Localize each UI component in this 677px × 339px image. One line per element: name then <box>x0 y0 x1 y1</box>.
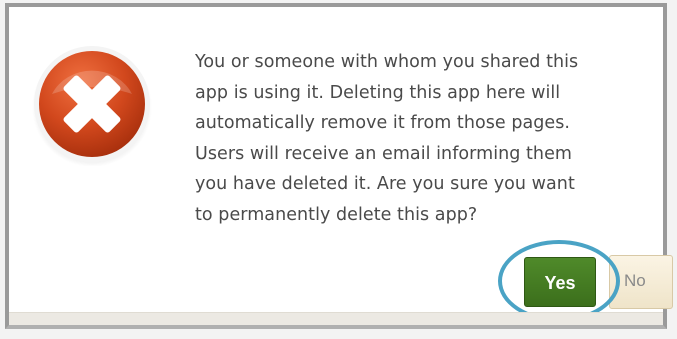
yes-button[interactable]: Yes <box>524 257 596 307</box>
error-x-icon <box>32 46 152 166</box>
no-button[interactable]: No <box>609 255 673 309</box>
delete-confirmation-dialog: You or someone with whom you shared this… <box>5 3 673 329</box>
message-line: You or someone with whom you shared this <box>195 52 579 72</box>
dialog-footer <box>9 312 663 325</box>
message-line: you have deleted it. Are you sure you wa… <box>195 174 575 194</box>
screenshot-page: You or someone with whom you shared this… <box>0 0 677 339</box>
confirmation-message: You or someone with whom you shared this… <box>195 47 655 230</box>
message-line: Users will receive an email informing th… <box>195 143 572 164</box>
message-line: automatically remove it from those pages… <box>195 113 571 133</box>
message-line: app is using it. Deleting this app here … <box>195 82 561 103</box>
message-line: to permanently delete this app? <box>195 204 478 225</box>
